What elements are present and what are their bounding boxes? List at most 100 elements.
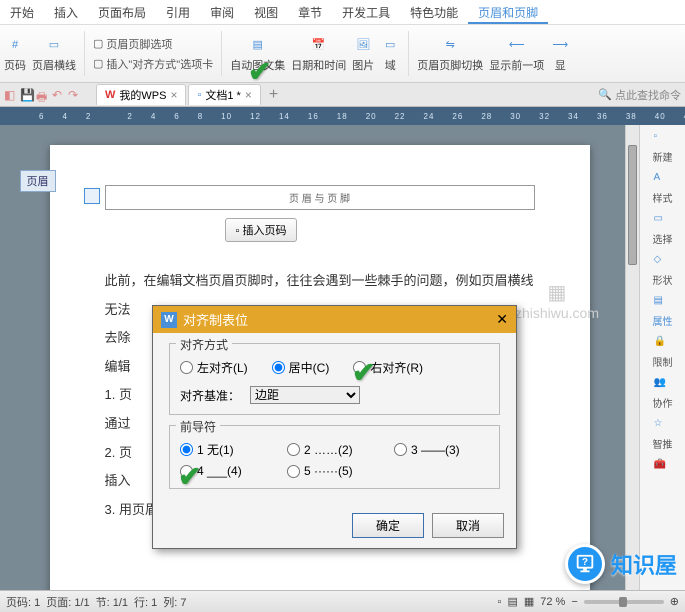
field-button[interactable]: ▭ 域	[380, 35, 400, 73]
insert-align-tab-button[interactable]: ▢ 插入"对齐方式"选项卡	[93, 56, 213, 72]
star-icon: ☆	[654, 418, 672, 434]
close-icon[interactable]: ✕	[496, 311, 508, 328]
style-icon: A	[654, 172, 672, 188]
show-prev-button[interactable]: ⟵ 显示前一项	[489, 35, 544, 73]
picture-button[interactable]: 🖼 图片	[352, 35, 374, 73]
separator	[221, 31, 222, 76]
wps-icon: W	[105, 89, 115, 101]
side-new[interactable]: ▫新建	[653, 131, 673, 164]
side-more[interactable]: 🧰	[654, 459, 672, 475]
doc-icon: ▫	[197, 89, 201, 101]
label: 日期和时间	[291, 57, 346, 73]
tab-review[interactable]: 审阅	[200, 0, 244, 24]
logo-icon: ?	[565, 544, 605, 584]
page-icon: ▢	[93, 37, 103, 50]
cancel-button[interactable]: 取消	[432, 513, 504, 538]
hf-option-check[interactable]: ▢ 页眉页脚选项	[93, 36, 213, 52]
alignment-group: 对齐方式 左对齐(L) 居中(C) 右对齐(R) 对齐基准： 边距	[169, 343, 500, 415]
label: 图片	[352, 57, 374, 73]
date-time-button[interactable]: 📅 日期和时间	[291, 35, 346, 73]
scrollbar-thumb[interactable]	[628, 145, 637, 265]
align-base-select[interactable]: 边距	[250, 386, 360, 404]
dialog-titlebar[interactable]: W 对齐制表位 ✕	[153, 306, 516, 333]
label: 显	[555, 57, 566, 73]
tab-start[interactable]: 开始	[0, 0, 44, 24]
leader-group: 前导符 1 无(1) 2 ……(2) 3 ——(3) 4 ___(4) 5 ··…	[169, 425, 500, 489]
view-mode-icon[interactable]: ▫	[498, 596, 502, 608]
page-icon: ▢	[93, 57, 103, 70]
tab-layout[interactable]: 页面布局	[88, 0, 156, 24]
side-recommend[interactable]: ☆智推	[653, 418, 673, 451]
radio-center-align[interactable]: 居中(C)	[272, 359, 330, 376]
status-page: 页码: 1	[6, 594, 40, 610]
tab-header-footer[interactable]: 页眉和页脚	[468, 0, 548, 24]
side-style[interactable]: A样式	[653, 172, 673, 205]
ribbon-tabs: 开始 插入 页面布局 引用 审阅 视图 章节 开发工具 特色功能 页眉和页脚	[0, 0, 685, 25]
radio-leader-5[interactable]: 5 ······(5)	[287, 464, 382, 478]
show-next-button[interactable]: ⟶ 显	[550, 35, 570, 73]
new-icon: ▫	[654, 131, 672, 147]
insert-page-number-button[interactable]: ▫ 插入页码	[225, 218, 298, 242]
align-base-label: 对齐基准：	[180, 387, 240, 404]
command-search[interactable]: 🔍 点此查找命令	[598, 87, 681, 103]
vertical-scrollbar[interactable]	[625, 125, 639, 590]
horizontal-ruler[interactable]: 6422468101214161820222426283032343638404…	[0, 107, 685, 125]
status-section: 节: 1/1	[96, 594, 128, 610]
tab-ref[interactable]: 引用	[156, 0, 200, 24]
close-icon[interactable]: ×	[245, 88, 252, 102]
annotation-checkmark: ✔	[248, 55, 271, 88]
zoom-thumb[interactable]	[619, 597, 627, 607]
zoom-level[interactable]: 72 %	[540, 596, 565, 608]
save-icon[interactable]: 💾	[20, 88, 34, 102]
radio-leader-1[interactable]: 1 无(1)	[180, 441, 275, 458]
print-icon[interactable]: 🖶	[36, 88, 50, 102]
label: 页眉横线	[32, 57, 76, 73]
shape-icon: ◇	[654, 254, 672, 270]
side-shape[interactable]: ◇形状	[653, 254, 673, 287]
view-mode-icon[interactable]: ▤	[507, 595, 517, 608]
page-number-button[interactable]: # 页码	[4, 35, 26, 73]
add-tab-button[interactable]: +	[263, 86, 284, 104]
tab-insert[interactable]: 插入	[44, 0, 88, 24]
select-icon: ▭	[654, 213, 672, 229]
side-select[interactable]: ▭选择	[653, 213, 673, 246]
page-header-area[interactable]: 页 眉 与 页 脚	[105, 185, 535, 210]
tab-dev[interactable]: 开发工具	[332, 0, 400, 24]
side-collab[interactable]: 👥协作	[653, 377, 673, 410]
zoom-out-button[interactable]: −	[571, 596, 577, 608]
people-icon: 👥	[654, 377, 672, 393]
switch-icon: ⇋	[440, 35, 460, 55]
close-icon[interactable]: ×	[170, 88, 177, 102]
radio-left-align[interactable]: 左对齐(L)	[180, 359, 248, 376]
redo-icon[interactable]: ↷	[68, 88, 82, 102]
align-tab-dialog: W 对齐制表位 ✕ 对齐方式 左对齐(L) 居中(C) 右对齐(R) 对齐基准：…	[152, 305, 517, 549]
radio-leader-3[interactable]: 3 ——(3)	[394, 441, 489, 458]
undo-icon[interactable]: ↶	[52, 88, 66, 102]
field-icon: ▭	[380, 35, 400, 55]
app-icon: ◧	[4, 88, 18, 102]
doc-tab-wps[interactable]: W 我的WPS ×	[96, 84, 186, 105]
side-properties[interactable]: ▤属性	[653, 295, 673, 328]
radio-leader-2[interactable]: 2 ……(2)	[287, 441, 382, 458]
lock-icon: 🔒	[654, 336, 672, 352]
prop-icon: ▤	[654, 295, 672, 311]
separator	[408, 31, 409, 76]
label: 域	[385, 57, 396, 73]
site-logo: ? 知识屋	[565, 544, 677, 584]
search-icon: 🔍	[598, 88, 612, 101]
tab-chapter[interactable]: 章节	[288, 0, 332, 24]
header-line-icon: ▭	[44, 35, 64, 55]
view-mode-icon[interactable]: ▦	[524, 595, 534, 608]
zoom-in-button[interactable]: ⊕	[670, 595, 679, 608]
tab-view[interactable]: 视图	[244, 0, 288, 24]
side-limit[interactable]: 🔒限制	[653, 336, 673, 369]
tab-special[interactable]: 特色功能	[400, 0, 468, 24]
gallery-icon: ▤	[248, 35, 268, 55]
header-line-button[interactable]: ▭ 页眉横线	[32, 35, 76, 73]
document-tabs-bar: ◧ 💾 🖶 ↶ ↷ W 我的WPS × ▫ 文档1 * × + 🔍 点此查找命令	[0, 83, 685, 107]
ok-button[interactable]: 确定	[352, 513, 424, 538]
picture-icon: 🖼	[353, 35, 373, 55]
toolbox-icon: 🧰	[654, 459, 672, 475]
zoom-slider[interactable]	[584, 600, 664, 604]
hf-switch-button[interactable]: ⇋ 页眉页脚切换	[417, 35, 483, 73]
